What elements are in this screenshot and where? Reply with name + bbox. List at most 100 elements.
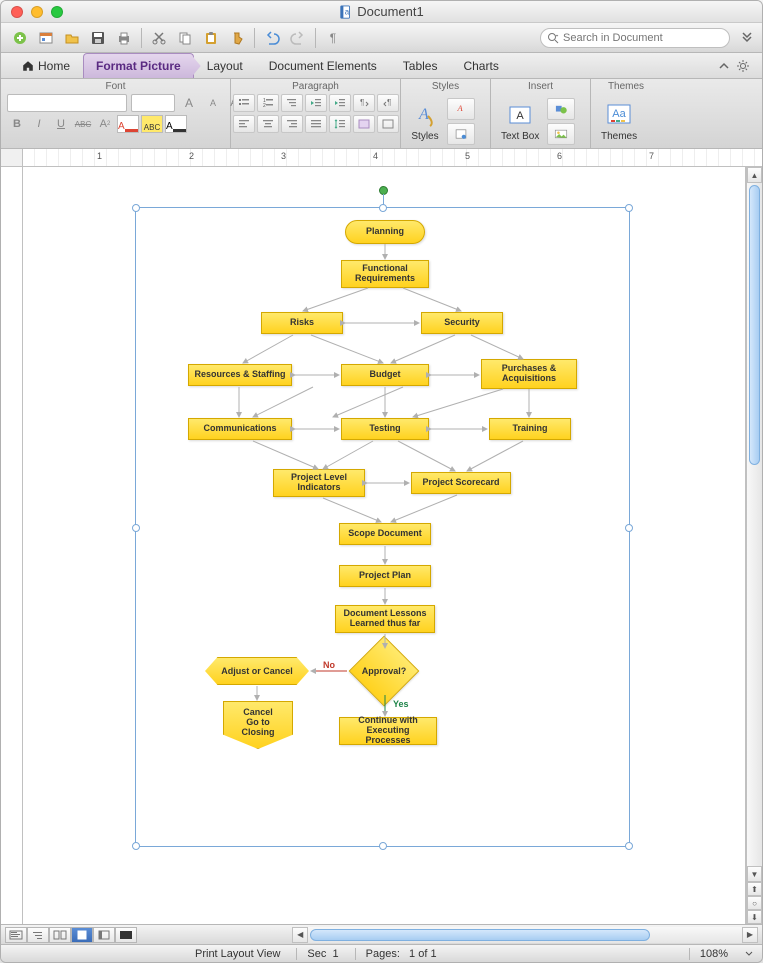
grow-font-button[interactable]: A: [179, 94, 199, 112]
themes-button[interactable]: Aa Themes: [597, 99, 641, 144]
styles-button[interactable]: A Styles: [407, 99, 443, 144]
tab-document-elements[interactable]: Document Elements: [256, 53, 390, 78]
ruler-corner: [1, 149, 23, 167]
group-themes: Themes Aa Themes: [591, 79, 661, 148]
align-left-button[interactable]: [233, 115, 255, 133]
resize-handle-se[interactable]: [625, 842, 633, 850]
svg-text:A: A: [457, 104, 464, 113]
tab-layout[interactable]: Layout: [194, 53, 256, 78]
next-page-button[interactable]: ⬇: [747, 910, 762, 924]
copy-button[interactable]: [174, 27, 196, 49]
picture-button[interactable]: [547, 123, 575, 145]
resize-handle-n[interactable]: [379, 204, 387, 212]
shapes-button[interactable]: [547, 98, 575, 120]
scroll-thumb-v[interactable]: [749, 185, 760, 465]
scroll-right-button[interactable]: ▶: [742, 927, 758, 943]
view-outline-button[interactable]: [27, 927, 49, 943]
scroll-up-button[interactable]: ▲: [747, 167, 762, 183]
new-button[interactable]: [9, 27, 31, 49]
align-right-button[interactable]: [281, 115, 303, 133]
document-area: Planning Functional Requirements Risks S…: [1, 167, 762, 924]
highlight-color-button[interactable]: A: [117, 115, 139, 133]
font-color-button[interactable]: A: [165, 115, 187, 133]
node-continue-executing: Continue with Executing Processes: [339, 717, 437, 745]
search-dropdown-icon[interactable]: [547, 32, 559, 44]
font-name-select[interactable]: [7, 94, 127, 112]
scroll-left-button[interactable]: ◀: [292, 927, 308, 943]
prev-page-button[interactable]: ⬆: [747, 882, 762, 896]
tab-tables[interactable]: Tables: [390, 53, 451, 78]
toolbar-overflow-button[interactable]: [740, 29, 754, 46]
open-button[interactable]: [61, 27, 83, 49]
template-button[interactable]: [35, 27, 57, 49]
node-resources-staffing: Resources & Staffing: [188, 364, 292, 386]
vertical-ruler[interactable]: [1, 167, 23, 924]
resize-handle-nw[interactable]: [132, 204, 140, 212]
font-size-select[interactable]: [131, 94, 175, 112]
cut-button[interactable]: [148, 27, 170, 49]
line-spacing-button[interactable]: [329, 115, 351, 133]
format-painter-button[interactable]: [226, 27, 248, 49]
node-document-lessons: Document Lessons Learned thus far: [335, 605, 435, 633]
view-notebook-button[interactable]: [93, 927, 115, 943]
resize-handle-s[interactable]: [379, 842, 387, 850]
bullets-button[interactable]: [233, 94, 255, 112]
tab-home[interactable]: Home: [9, 53, 83, 78]
search-input[interactable]: [563, 32, 723, 44]
increase-indent-button[interactable]: [329, 94, 351, 112]
node-adjust-or-cancel: Adjust or Cancel: [205, 657, 309, 685]
status-zoom[interactable]: 108%: [689, 948, 728, 960]
shrink-font-button[interactable]: A: [203, 94, 223, 112]
justify-button[interactable]: [305, 115, 327, 133]
search-box[interactable]: [540, 28, 730, 48]
node-approval: Approval?: [345, 647, 423, 695]
horizontal-ruler[interactable]: 1 2 3 4 5 6 7: [1, 149, 762, 167]
group-font: Font A A Aa B I U ABC A2 A ABC A: [1, 79, 231, 148]
tab-format-picture[interactable]: Format Picture: [83, 53, 194, 78]
document-canvas[interactable]: Planning Functional Requirements Risks S…: [23, 167, 746, 924]
multilevel-list-button[interactable]: [281, 94, 303, 112]
resize-handle-w[interactable]: [132, 524, 140, 532]
rtl-button[interactable]: ¶: [377, 94, 399, 112]
resize-handle-e[interactable]: [625, 524, 633, 532]
view-print-layout-button[interactable]: [71, 927, 93, 943]
tab-charts[interactable]: Charts: [450, 53, 511, 78]
textbox-button[interactable]: A Text Box: [497, 99, 543, 144]
numbering-button[interactable]: 12: [257, 94, 279, 112]
scroll-down-button[interactable]: ▼: [747, 866, 762, 882]
subscript-button[interactable]: A2: [95, 115, 115, 133]
ribbon-options[interactable]: [718, 53, 754, 78]
resize-handle-ne[interactable]: [625, 204, 633, 212]
undo-button[interactable]: [261, 27, 283, 49]
show-formatting-button[interactable]: ¶: [322, 27, 344, 49]
redo-button[interactable]: [287, 27, 309, 49]
print-button[interactable]: [113, 27, 135, 49]
ltr-button[interactable]: ¶: [353, 94, 375, 112]
strikethrough-button[interactable]: ABC: [73, 115, 93, 133]
node-project-plan: Project Plan: [339, 565, 431, 587]
zoom-dropdown-icon[interactable]: [744, 949, 754, 959]
collapse-ribbon-icon[interactable]: [718, 60, 730, 72]
view-switcher-bar: ◀ ▶: [1, 924, 762, 944]
vertical-scrollbar[interactable]: ▲ ▼ ⬆ ○ ⬇: [746, 167, 762, 924]
view-focus-button[interactable]: [115, 927, 137, 943]
view-draft-button[interactable]: [5, 927, 27, 943]
scroll-thumb-h[interactable]: [310, 929, 650, 941]
quick-styles-button[interactable]: A: [447, 98, 475, 120]
shading-button[interactable]: [353, 115, 375, 133]
decrease-indent-button[interactable]: [305, 94, 327, 112]
resize-handle-sw[interactable]: [132, 842, 140, 850]
borders-button[interactable]: [377, 115, 399, 133]
gear-icon[interactable]: [736, 59, 750, 73]
browse-object-button[interactable]: ○: [747, 896, 762, 910]
save-button[interactable]: [87, 27, 109, 49]
align-center-button[interactable]: [257, 115, 279, 133]
styles-pane-button[interactable]: [447, 123, 475, 145]
bold-button[interactable]: B: [7, 115, 27, 133]
text-highlight-button[interactable]: ABC: [141, 115, 163, 133]
view-publishing-button[interactable]: [49, 927, 71, 943]
underline-button[interactable]: U: [51, 115, 71, 133]
status-bar: Print Layout View Sec 1 Pages: 1 of 1 10…: [1, 944, 762, 962]
paste-button[interactable]: [200, 27, 222, 49]
italic-button[interactable]: I: [29, 115, 49, 133]
